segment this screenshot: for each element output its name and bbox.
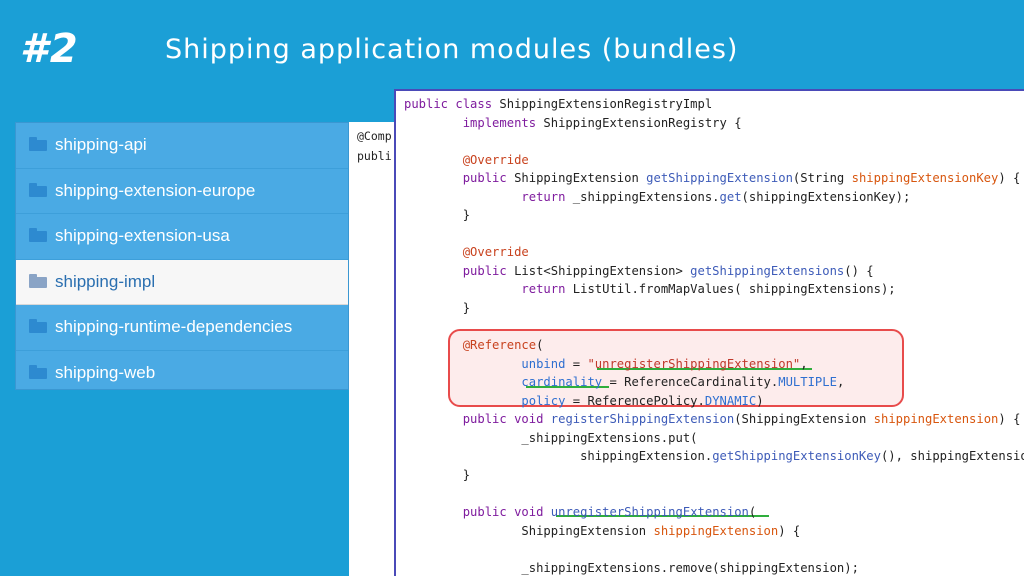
code-panel: public class ShippingExtensionRegistryIm…	[394, 89, 1024, 576]
tree-item-label: shipping-runtime-dependencies	[55, 317, 293, 337]
slide-number: #2	[20, 26, 80, 72]
slide-title: Shipping application modules (bundles)	[165, 34, 739, 65]
code-line: public class ShippingExtensionRegistryIm…	[404, 97, 713, 111]
tree-item-label: shipping-impl	[55, 271, 156, 291]
code-line: @Override	[462, 245, 529, 260]
folder-icon	[29, 273, 47, 288]
tree-item-shipping-extension-europe[interactable]: shipping-extension-europe	[16, 169, 348, 214]
code-line: _shippingExtensions.put(	[404, 430, 698, 445]
code-line: @Override	[462, 152, 529, 167]
tree-item-shipping-api[interactable]: shipping-api	[16, 123, 348, 169]
tree-item-shipping-impl[interactable]: shipping-impl	[16, 259, 348, 305]
tree-item-shipping-extension-usa[interactable]: shipping-extension-usa	[16, 214, 348, 260]
code-block: public class ShippingExtensionRegistryIm…	[404, 95, 1024, 576]
folder-icon	[29, 228, 47, 243]
code-line: return ListUtil.fromMapValues( shippingE…	[521, 282, 896, 297]
code-line: _shippingExtensions.remove(shippingExten…	[404, 560, 859, 575]
project-tree: shipping-api shipping-extension-europe s…	[15, 122, 349, 390]
folder-icon	[29, 182, 47, 197]
code-line: }	[404, 208, 471, 223]
folder-icon	[29, 137, 47, 152]
tree-item-label: shipping-web	[55, 363, 156, 383]
code-line: public void unregisterShippingExtension(	[462, 505, 757, 520]
code-line: return _shippingExtensions.get(shippingE…	[521, 189, 911, 204]
code-line: }	[404, 467, 471, 482]
tree-item-shipping-runtime-dependencies[interactable]: shipping-runtime-dependencies	[16, 305, 348, 351]
code-line: public ShippingExtension getShippingExte…	[462, 171, 1021, 186]
code-line: cardinality = ReferenceCardinality.MULTI…	[521, 375, 845, 390]
code-line: }	[404, 301, 471, 316]
tree-item-label: shipping-extension-europe	[55, 180, 256, 200]
code-line: public void registerShippingExtension(Sh…	[462, 412, 1021, 427]
code-line: unbind = "unregisterShippingExtension",	[521, 356, 808, 371]
tree-item-label: shipping-extension-usa	[55, 226, 230, 246]
folder-icon	[29, 365, 47, 380]
code-line: public List<ShippingExtension> getShippi…	[462, 263, 874, 278]
code-line: policy = ReferencePolicy.DYNAMIC)	[521, 393, 764, 408]
code-line: implements ShippingExtensionRegistry {	[462, 115, 742, 130]
tree-item-shipping-web[interactable]: shipping-web	[16, 351, 348, 397]
code-line: @Reference(	[462, 338, 544, 353]
tree-item-label: shipping-api	[55, 135, 147, 155]
code-line: ShippingExtension shippingExtension) {	[404, 523, 801, 538]
folder-icon	[29, 319, 47, 334]
code-line: shippingExtension.getShippingExtensionKe…	[404, 449, 1024, 464]
